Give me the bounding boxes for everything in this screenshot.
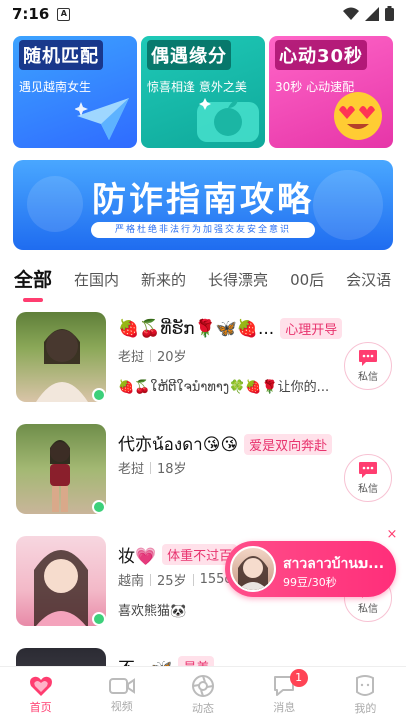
status-icons <box>343 6 394 21</box>
nav-label: 首页 <box>29 701 52 714</box>
user-location: 老挝 <box>118 462 145 477</box>
tab-speaks-chinese[interactable]: 会汉语 <box>346 269 391 302</box>
aperture-icon <box>192 675 214 697</box>
anti-fraud-banner[interactable]: 防诈指南攻略 严格杜绝非法行为加强交友安全意识 <box>13 160 393 250</box>
status-bar: 7:16 A <box>0 0 406 28</box>
promo-avatar <box>230 546 276 592</box>
user-bio: 喜欢熊猫🐼 <box>118 604 187 619</box>
home-heart-icon <box>29 676 52 696</box>
user-location: 老挝 <box>118 350 145 365</box>
card-title: 随机匹配 <box>19 40 103 70</box>
user-name: 代亦น้องดา😘😘 <box>118 435 239 455</box>
avatar[interactable] <box>16 312 106 402</box>
banner-subtitle: 严格杜绝非法行为加强交友安全意识 <box>91 222 315 238</box>
heart-eyes-emoji-icon <box>334 92 382 140</box>
user-list: 🍓🍒ທີ່ຮັກ🌹🦋🍓... 心理开导 老挝 20岁 🍓🍒ໃຫ້ຕີໃຈນຳທາ… <box>0 310 406 723</box>
online-indicator <box>92 500 106 514</box>
tab-domestic[interactable]: 在国内 <box>74 269 119 302</box>
battery-icon <box>385 6 394 21</box>
notification-icon: A <box>57 7 71 21</box>
private-message-button[interactable]: 私信 <box>344 342 392 390</box>
user-row[interactable]: 代亦น้องดา😘😘 爱是双向奔赴 老挝 18岁 私信 <box>0 422 406 534</box>
tab-all[interactable]: 全部 <box>14 266 52 302</box>
user-location: 越南 <box>118 574 145 589</box>
tab-pretty[interactable]: 长得漂亮 <box>208 269 268 302</box>
user-bio: 🍓🍒ໃຫ້ຕີໃຈນຳທາງ🍀🍓🌹让你的... <box>118 380 330 395</box>
user-tag: 心理开导 <box>280 318 343 339</box>
user-age: 20岁 <box>157 350 187 365</box>
tab-new[interactable]: 新来的 <box>141 269 186 302</box>
close-icon[interactable]: × <box>385 528 399 542</box>
message-label: 私信 <box>358 604 378 615</box>
online-indicator <box>92 612 106 626</box>
promo-price: 99豆/30秒 <box>283 576 337 589</box>
nav-messages[interactable]: 消息 1 <box>244 667 325 723</box>
card-title: 心动30秒 <box>275 40 368 70</box>
wifi-icon <box>343 7 359 20</box>
bottom-navigation: 首页 视频 动态 消息 1 我的 <box>0 666 406 723</box>
tab-00s[interactable]: 00后 <box>290 269 324 302</box>
card-subtitle: 惊喜相逢 意外之美 <box>147 80 247 94</box>
heartbeat-30s-card[interactable]: 心动30秒 30秒 心动速配 <box>269 36 393 148</box>
card-subtitle: 遇见越南女生 <box>19 80 92 94</box>
category-tabs: 全部 在国内 新来的 长得漂亮 00后 会汉语 <box>14 266 406 302</box>
message-label: 私信 <box>358 484 378 495</box>
feature-cards: 随机匹配 遇见越南女生 偶遇缘分 惊喜相逢 意外之美 心动30秒 30秒 心动速… <box>13 36 393 148</box>
random-match-card[interactable]: 随机匹配 遇见越南女生 <box>13 36 137 148</box>
profile-icon <box>356 675 375 696</box>
avatar[interactable] <box>16 424 106 514</box>
avatar[interactable] <box>16 536 106 626</box>
nav-label: 消息 <box>273 701 296 714</box>
video-icon <box>108 678 135 694</box>
paper-plane-icon <box>75 98 129 140</box>
chance-encounter-card[interactable]: 偶遇缘分 惊喜相逢 意外之美 <box>141 36 265 148</box>
card-title: 偶遇缘分 <box>147 40 231 70</box>
user-age: 18岁 <box>157 462 187 477</box>
chat-bubble-icon <box>359 462 377 478</box>
unread-badge: 1 <box>289 669 308 687</box>
nav-profile[interactable]: 我的 <box>325 667 406 723</box>
nav-moments[interactable]: 动态 <box>162 667 243 723</box>
nav-label: 我的 <box>354 702 377 715</box>
chat-bubble-icon <box>359 350 377 366</box>
nav-video[interactable]: 视频 <box>81 667 162 723</box>
banner-title: 防诈指南攻略 <box>92 180 314 220</box>
nav-label: 动态 <box>192 702 214 715</box>
apple-icon <box>197 98 259 142</box>
signal-icon <box>365 6 379 21</box>
nav-home[interactable]: 首页 <box>0 667 81 723</box>
live-promo-popup[interactable]: สาวลาวบ้านນ... 99豆/30秒 <box>225 541 396 597</box>
private-message-button[interactable]: 私信 <box>344 454 392 502</box>
user-row[interactable]: 🍓🍒ທີ່ຮັກ🌹🦋🍓... 心理开导 老挝 20岁 🍓🍒ໃຫ້ຕີໃຈນຳທາ… <box>0 310 406 422</box>
user-name: 🍓🍒ທີ່ຮັກ🌹🦋🍓... <box>118 318 275 339</box>
nav-label: 视频 <box>110 700 133 713</box>
message-label: 私信 <box>358 372 378 383</box>
online-indicator <box>92 388 106 402</box>
user-tag: 爱是双向奔赴 <box>244 433 333 455</box>
promo-name: สาวลาวบ้านນ... <box>283 556 385 572</box>
status-time: 7:16 <box>12 5 50 23</box>
user-age: 25岁 <box>157 574 187 589</box>
user-name: 妆💗 <box>118 547 157 567</box>
